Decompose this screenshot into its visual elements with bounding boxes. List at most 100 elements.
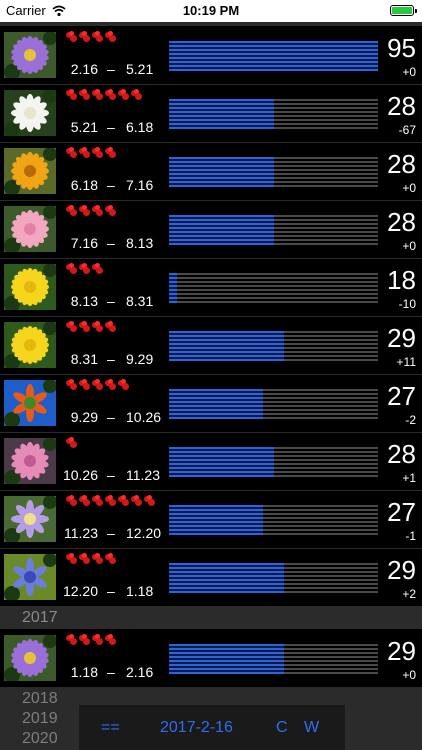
berry-icon (66, 379, 77, 390)
progress-fill (169, 331, 284, 361)
flower-thumbnail (4, 496, 56, 542)
progress-fill (169, 41, 378, 71)
period-row[interactable]: 9.29–10.26 27 -2 (0, 375, 422, 433)
score-delta: +0 (402, 181, 416, 195)
score-value: 29 (387, 555, 416, 585)
berry-icon (118, 495, 129, 506)
period-row[interactable]: 2.16–5.21 95 +0 (0, 27, 422, 85)
score-delta: +1 (402, 471, 416, 485)
range-start: 10.26 (62, 467, 98, 483)
berry-icon (144, 495, 155, 506)
battery-icon (390, 5, 417, 16)
berry-icon (79, 634, 90, 645)
range-start: 9.29 (70, 409, 98, 425)
rating-dots (66, 263, 103, 275)
berry-icon (66, 553, 77, 564)
progress-fill (169, 99, 274, 129)
berry-icon (79, 147, 90, 158)
score-delta: +11 (396, 355, 416, 369)
score-value: 29 (387, 323, 416, 353)
range-end: 10.26 (126, 409, 162, 425)
year-item[interactable]: 2018 (22, 690, 58, 708)
period-row[interactable]: 6.18–7.16 28 +0 (0, 143, 422, 201)
period-row[interactable]: 5.21–6.18 28 -67 (0, 85, 422, 143)
berry-icon (92, 89, 103, 100)
period-row[interactable]: 11.23–12.20 27 -1 (0, 491, 422, 549)
year-item[interactable]: 2019 (22, 710, 58, 728)
range-separator: – (107, 525, 115, 541)
range-separator: – (107, 583, 115, 599)
progress-bar (169, 41, 378, 71)
score-value: 95 (387, 33, 416, 63)
flower-thumbnail (4, 438, 56, 484)
berry-icon (79, 205, 90, 216)
progress-bar (169, 157, 378, 187)
berry-icon (66, 495, 77, 506)
progress-fill (169, 389, 263, 419)
progress-bar (169, 273, 378, 303)
flower-thumbnail (4, 554, 56, 600)
berry-icon (79, 263, 90, 274)
range-end: 7.16 (126, 177, 154, 193)
berry-icon (79, 553, 90, 564)
score-delta: +0 (402, 668, 416, 682)
period-row[interactable]: 8.13–8.31 18 -10 (0, 259, 422, 317)
flower-thumbnail (4, 264, 56, 310)
w-button[interactable]: W (304, 719, 319, 737)
progress-fill (169, 447, 274, 477)
berry-icon (105, 553, 116, 564)
berry-icon (92, 321, 103, 332)
progress-fill (169, 215, 274, 245)
progress-bar (169, 447, 378, 477)
year-item[interactable]: 2020 (22, 730, 58, 748)
berry-icon (79, 321, 90, 332)
score-delta: -67 (398, 123, 416, 137)
flower-thumbnail (4, 635, 56, 681)
range-separator: – (107, 235, 115, 251)
berry-icon (92, 495, 103, 506)
rating-dots (66, 437, 77, 449)
berry-icon (105, 379, 116, 390)
range-start: 6.18 (70, 177, 98, 193)
range-start: 1.18 (70, 664, 98, 680)
berry-icon (105, 634, 116, 645)
date-button[interactable]: 2017-2-16 (160, 719, 233, 737)
berry-icon (79, 31, 90, 42)
section-header: 2017 (0, 607, 422, 629)
period-row[interactable]: 8.31–9.29 29 +11 (0, 317, 422, 375)
score-delta: -1 (405, 529, 416, 543)
range-end: 2.16 (126, 664, 154, 680)
score-value: 28 (387, 91, 416, 121)
berry-icon (66, 205, 77, 216)
berry-icon (92, 379, 103, 390)
progress-bar (169, 389, 378, 419)
period-row[interactable]: 10.26–11.23 28 +1 (0, 433, 422, 491)
rating-dots (66, 379, 129, 391)
berry-icon (66, 31, 77, 42)
rating-dots (66, 553, 116, 565)
range-start: 8.31 (70, 351, 98, 367)
score-value: 29 (387, 636, 416, 666)
range-end: 12.20 (126, 525, 162, 541)
score-delta: +0 (402, 65, 416, 79)
rating-dots (66, 495, 155, 507)
flower-thumbnail (4, 322, 56, 368)
period-row[interactable]: 7.16–8.13 28 +0 (0, 201, 422, 259)
berry-icon (92, 634, 103, 645)
berry-icon (92, 263, 103, 274)
menu-button[interactable]: == (101, 719, 120, 737)
c-button[interactable]: C (276, 719, 288, 737)
score-value: 27 (387, 497, 416, 527)
range-end: 5.21 (126, 61, 154, 77)
range-separator: – (107, 293, 115, 309)
period-row[interactable]: 12.20–1.18 29 +2 (0, 549, 422, 607)
range-separator: – (107, 467, 115, 483)
rating-dots (66, 321, 116, 333)
berry-icon (131, 495, 142, 506)
progress-bar (169, 505, 378, 535)
range-end: 8.31 (126, 293, 154, 309)
berry-icon (105, 321, 116, 332)
period-row[interactable]: 1.18–2.16 29 +0 (0, 630, 422, 688)
status-bar: Carrier 10:19 PM (0, 0, 422, 22)
range-end: 8.13 (126, 235, 154, 251)
